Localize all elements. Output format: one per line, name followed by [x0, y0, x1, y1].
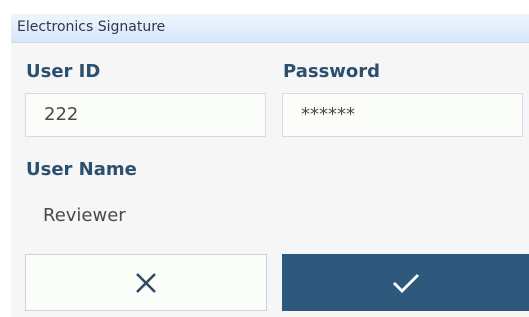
cancel-button[interactable] — [25, 254, 267, 311]
user-id-field[interactable]: 222 — [25, 93, 266, 137]
confirm-button[interactable] — [282, 254, 529, 311]
user-name-label: User Name — [26, 159, 137, 180]
close-icon — [136, 272, 156, 293]
dialog-titlebar: Electronics Signature — [11, 14, 529, 43]
user-id-label: User ID — [26, 61, 101, 82]
checkmark-icon — [392, 273, 419, 293]
password-label: Password — [283, 61, 381, 82]
user-name-value: Reviewer — [43, 205, 126, 226]
electronic-signature-dialog: Electronics Signature User ID 222 Passwo… — [11, 14, 529, 317]
password-field[interactable]: ****** — [282, 93, 523, 137]
dialog-title: Electronics Signature — [17, 19, 166, 35]
